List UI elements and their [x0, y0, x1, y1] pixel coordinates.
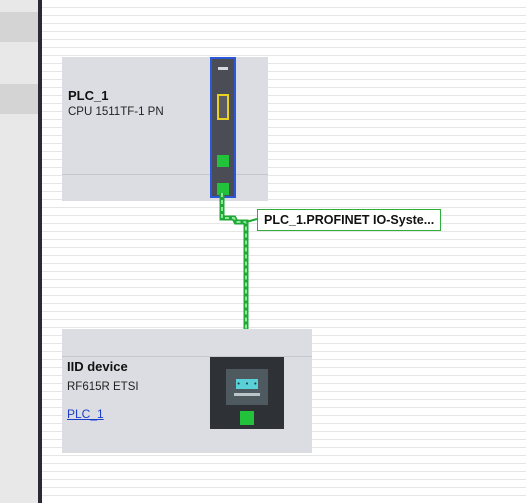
rfid-screen: • • •	[226, 369, 268, 405]
module-display	[217, 94, 229, 120]
io-device-name: IID device	[67, 359, 128, 374]
module-indicator	[218, 67, 228, 70]
rfid-glyph-icon: • • •	[236, 379, 258, 389]
rfid-antenna-lines	[234, 393, 260, 396]
gutter-band	[0, 84, 38, 114]
rfid-reader-icon[interactable]: • • •	[210, 357, 284, 429]
profinet-port[interactable]	[240, 411, 254, 425]
profinet-io-system-label[interactable]: PLC_1.PROFINET IO-Syste...	[257, 209, 442, 231]
profinet-port[interactable]	[217, 155, 229, 167]
device-box-divider	[62, 174, 268, 175]
plc-device-name: PLC_1	[68, 88, 109, 103]
assigned-controller-link[interactable]: PLC_1	[67, 407, 104, 421]
left-sidebar-gutter	[0, 0, 38, 503]
plc-cpu-module[interactable]	[210, 57, 236, 198]
io-device-type: RF615R ETSI	[67, 381, 139, 393]
gutter-band	[0, 12, 38, 42]
plc-device-box[interactable]	[62, 57, 268, 201]
profinet-interface-port[interactable]	[217, 183, 229, 195]
plc-device-type: CPU 1511TF-1 PN	[68, 106, 164, 118]
